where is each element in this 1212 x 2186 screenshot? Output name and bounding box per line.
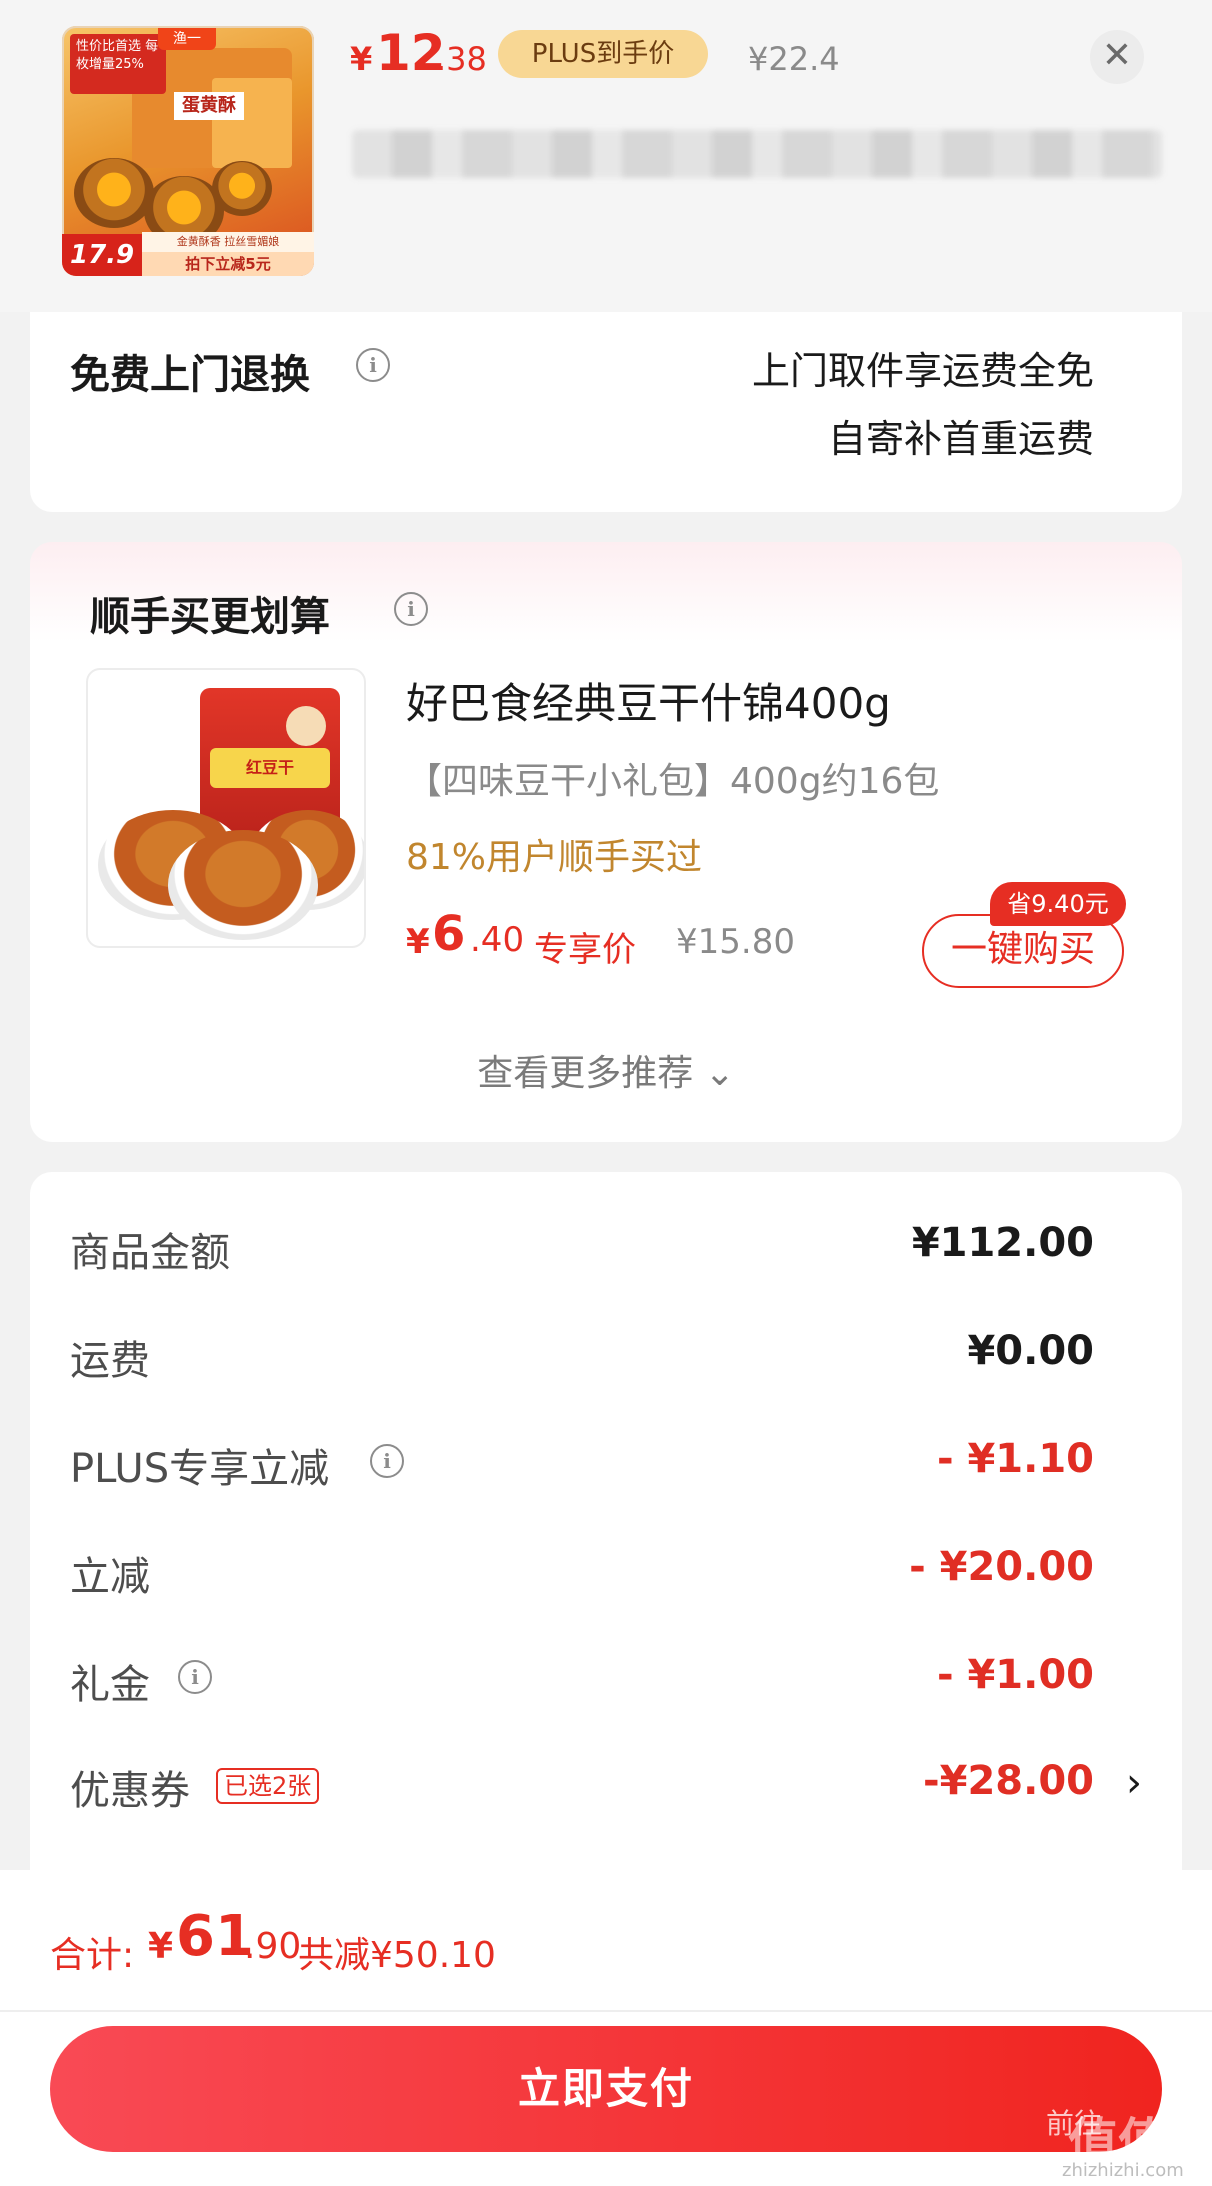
info-icon[interactable]: i bbox=[356, 348, 390, 382]
plus-price-badge: PLUS到手价 bbox=[498, 30, 708, 78]
summary-value: ¥0.00 bbox=[967, 1328, 1094, 1374]
total-label: 合计: bbox=[50, 1935, 135, 1976]
more-recommendations-link[interactable]: 查看更多推荐 ⌄ bbox=[30, 1044, 1182, 1096]
thumb-brand: 蛋黄酥 bbox=[174, 92, 244, 120]
price-decimal: .38 bbox=[436, 40, 487, 78]
recommend-user-stat: 81%用户顺手买过 bbox=[406, 837, 703, 878]
return-service-line2: 自寄补首重运费 bbox=[827, 417, 1094, 461]
close-icon[interactable]: ✕ bbox=[1090, 30, 1144, 84]
total-decimal: .90 bbox=[244, 1926, 302, 1967]
bag-face-shape bbox=[286, 706, 326, 746]
thumb-tag: 性价比首选 每枚增量25% bbox=[70, 34, 166, 94]
summary-value: -¥28.00 bbox=[923, 1758, 1094, 1804]
return-service-title: 免费上门退换 bbox=[70, 352, 310, 398]
recommend-card: 顺手买更划算 i 红豆干 好巴食经典豆干什锦400g 【四味豆干小礼包】400g… bbox=[30, 542, 1182, 1142]
watermark-url: zhizhizhi.com bbox=[1062, 2160, 1184, 2181]
thumb-price: 17.9 bbox=[62, 234, 142, 276]
recommend-price-symbol: ¥ bbox=[406, 922, 430, 962]
summary-value: - ¥1.10 bbox=[936, 1436, 1094, 1482]
summary-row-coupon[interactable]: 优惠券 已选2张 -¥28.00 › bbox=[30, 1758, 1182, 1818]
product-title-blurred bbox=[352, 130, 1162, 178]
chevron-right-icon[interactable]: › bbox=[1126, 1760, 1142, 1806]
summary-label: 立减 bbox=[70, 1554, 150, 1600]
recommend-price-decimal: .40 bbox=[470, 920, 525, 960]
product-thumbnail[interactable]: 性价比首选 每枚增量25% 渔一 蛋黄酥 17.9 金黄酥香 拉丝雪媚娘 拍下立… bbox=[62, 26, 314, 276]
recommend-product-name[interactable]: 好巴食经典豆干什锦400g bbox=[406, 670, 891, 731]
thumb-logo: 渔一 bbox=[158, 28, 216, 50]
recommend-original-price: ¥15.80 bbox=[676, 922, 795, 962]
recommend-title: 顺手买更划算 bbox=[90, 594, 330, 640]
summary-value: - ¥20.00 bbox=[909, 1544, 1094, 1590]
return-service-card: 免费上门退换 i 上门取件享运费全免 自寄补首重运费 bbox=[30, 312, 1182, 512]
info-icon[interactable]: i bbox=[394, 592, 428, 626]
recommend-price-integer: 6 bbox=[432, 906, 466, 962]
summary-label: 运费 bbox=[70, 1338, 150, 1384]
recommend-product-image[interactable]: 红豆干 bbox=[86, 668, 366, 948]
summary-row-plus-discount: PLUS专享立减 i - ¥1.10 bbox=[30, 1436, 1182, 1496]
thumb-sub1: 金黄酥香 拉丝雪媚娘 bbox=[142, 232, 314, 252]
info-icon[interactable]: i bbox=[178, 1660, 212, 1694]
product-header: 性价比首选 每枚增量25% 渔一 蛋黄酥 17.9 金黄酥香 拉丝雪媚娘 拍下立… bbox=[0, 0, 1212, 312]
info-icon[interactable]: i bbox=[370, 1444, 404, 1478]
price-symbol: ¥ bbox=[350, 40, 373, 78]
thumb-sub2: 拍下立减5元 bbox=[142, 252, 314, 276]
coupon-selected-tag: 已选2张 bbox=[216, 1768, 320, 1804]
bag-label: 红豆干 bbox=[210, 748, 330, 788]
summary-label: 商品金额 bbox=[70, 1230, 230, 1276]
summary-row-shipping: 运费 ¥0.00 bbox=[30, 1328, 1182, 1388]
save-badge: 省9.40元 bbox=[990, 882, 1126, 926]
thumb-cake-shape bbox=[212, 161, 272, 216]
order-summary-card: 商品金额 ¥112.00 运费 ¥0.00 PLUS专享立减 i - ¥1.10… bbox=[30, 1172, 1182, 1872]
total-integer: 61 bbox=[176, 1904, 254, 1969]
total-saved: 共减¥50.10 bbox=[298, 1935, 496, 1976]
pay-now-button[interactable]: 立即支付 bbox=[50, 2026, 1162, 2152]
divider bbox=[0, 2010, 1212, 2012]
summary-row-instant-discount: 立减 - ¥20.00 bbox=[30, 1544, 1182, 1604]
recommend-exclusive-label: 专享价 bbox=[534, 930, 636, 970]
summary-label: PLUS专享立减 bbox=[70, 1446, 330, 1492]
original-price: ¥22.4 bbox=[748, 40, 840, 78]
summary-row-gift-money: 礼金 i - ¥1.00 bbox=[30, 1652, 1182, 1712]
return-service-line1: 上门取件享运费全免 bbox=[751, 349, 1094, 393]
thumb-cake-shape bbox=[74, 158, 154, 228]
summary-row-goods: 商品金额 ¥112.00 bbox=[30, 1220, 1182, 1280]
bowl-shape bbox=[168, 830, 318, 940]
summary-value: ¥112.00 bbox=[911, 1220, 1094, 1266]
summary-label: 优惠券 bbox=[70, 1768, 190, 1814]
total-symbol: ¥ bbox=[148, 1926, 174, 1967]
checkout-bar: 合计: ¥ 61 .90 共减¥50.10 立即支付 前往 值值值 zhizhi… bbox=[0, 1870, 1212, 2186]
summary-value: - ¥1.00 bbox=[936, 1652, 1094, 1698]
summary-label: 礼金 bbox=[70, 1662, 150, 1708]
recommend-product-spec: 【四味豆干小礼包】400g约16包 bbox=[406, 761, 940, 802]
